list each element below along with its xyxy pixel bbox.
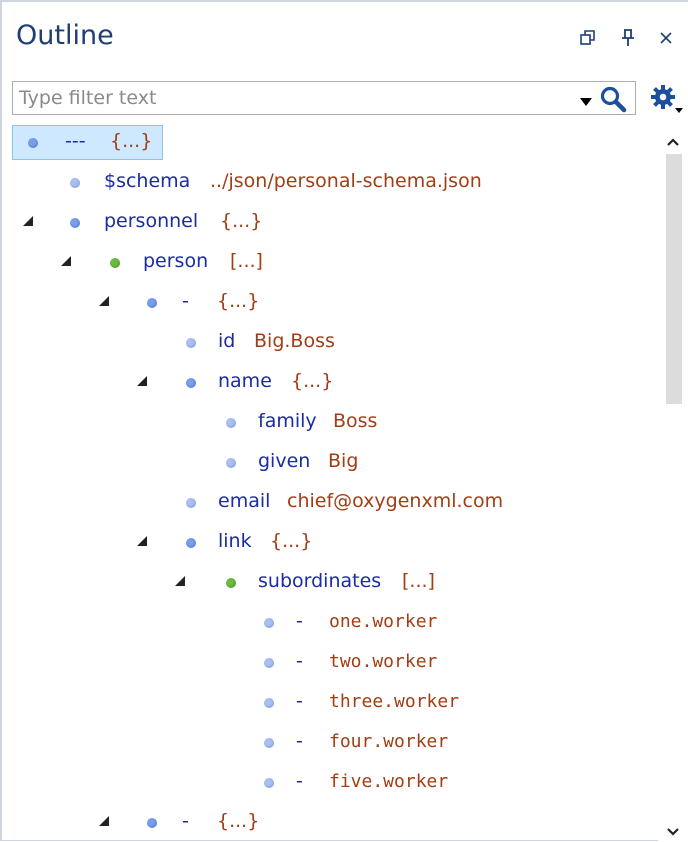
node-key: $schema [104, 170, 191, 192]
object-node-icon [264, 738, 274, 748]
object-node-icon [147, 818, 157, 828]
tree-row[interactable]: - {...} [2, 282, 656, 322]
search-icon[interactable] [599, 85, 629, 113]
node-key: person [143, 250, 209, 272]
tree-row[interactable]: person [...] [2, 242, 656, 282]
dropdown-arrow-icon[interactable] [579, 93, 593, 106]
object-node-icon [264, 778, 274, 788]
node-key: subordinates [258, 570, 382, 592]
outline-tree[interactable]: --- {...} $schema ../json/personal-schema.j… [2, 122, 656, 842]
expand-collapse-triangle-icon[interactable] [22, 215, 34, 227]
node-value: [...] [230, 250, 263, 272]
object-node-icon [70, 178, 80, 188]
tree-row[interactable]: - five.worker [2, 762, 656, 802]
scroll-down-arrow-icon[interactable] [666, 822, 680, 836]
panel-title-bar: Outline [2, 2, 688, 72]
pin-icon[interactable] [616, 26, 640, 50]
node-key: given [258, 450, 311, 472]
node-key: - [296, 650, 303, 672]
node-key: --- [65, 130, 86, 152]
expand-collapse-triangle-icon[interactable] [60, 255, 72, 267]
object-node-icon [186, 378, 196, 388]
node-key: link [218, 530, 252, 552]
filter-field [12, 81, 636, 115]
node-value: {...} [291, 370, 334, 392]
tree-row[interactable]: personnel {...} [2, 202, 656, 242]
tree-row[interactable]: --- {...} [2, 122, 656, 162]
expand-collapse-triangle-icon[interactable] [174, 575, 186, 587]
vertical-scrollbar[interactable] [658, 122, 688, 842]
node-value: one.worker [329, 611, 438, 632]
object-node-icon [70, 218, 80, 228]
node-key: personnel [104, 210, 199, 232]
tree-row[interactable]: link {...} [2, 522, 656, 562]
node-key: - [296, 610, 303, 632]
node-key: - [296, 690, 303, 712]
node-value: {...} [220, 210, 263, 232]
node-value: {...} [110, 130, 153, 152]
node-value: Boss [333, 410, 378, 432]
node-value: ../json/personal-schema.json [210, 170, 482, 192]
node-value: three.worker [329, 691, 460, 712]
scrollbar-thumb[interactable] [666, 154, 682, 404]
expand-collapse-triangle-icon[interactable] [98, 295, 110, 307]
restore-window-icon[interactable] [576, 26, 600, 50]
close-icon[interactable] [654, 26, 678, 50]
tree-row[interactable]: - one.worker [2, 602, 656, 642]
settings-gear-icon[interactable] [648, 82, 684, 116]
array-node-icon [226, 578, 236, 588]
expand-collapse-triangle-icon[interactable] [136, 375, 148, 387]
object-node-icon [28, 138, 38, 148]
node-key: - [296, 770, 303, 792]
tree-row[interactable]: $schema ../json/personal-schema.json [2, 162, 656, 202]
expand-collapse-triangle-icon[interactable] [136, 535, 148, 547]
tree-row[interactable]: - three.worker [2, 682, 656, 722]
node-key: - [296, 730, 303, 752]
tree-row[interactable]: given Big [2, 442, 656, 482]
filter-input[interactable] [19, 82, 569, 114]
expand-collapse-triangle-icon[interactable] [98, 815, 110, 827]
array-node-icon [110, 258, 120, 268]
panel-title: Outline [16, 20, 114, 51]
node-value: {...} [217, 290, 260, 312]
tree-row[interactable]: - two.worker [2, 642, 656, 682]
node-key: name [218, 370, 272, 392]
tree-row[interactable]: name {...} [2, 362, 656, 402]
object-node-icon [226, 418, 236, 428]
node-value: {...} [217, 810, 260, 832]
tree-row[interactable]: - {...} [2, 802, 656, 842]
object-node-icon [186, 538, 196, 548]
node-value: [...] [402, 570, 435, 592]
tree-row[interactable]: id Big.Boss [2, 322, 656, 362]
object-node-icon [147, 298, 157, 308]
tree-row[interactable]: email chief@oxygenxml.com [2, 482, 656, 522]
object-node-icon [186, 338, 196, 348]
scroll-up-arrow-icon[interactable] [666, 132, 680, 146]
node-value: Big.Boss [254, 330, 335, 352]
object-node-icon [264, 698, 274, 708]
node-key: - [182, 810, 189, 832]
tree-row[interactable]: - four.worker [2, 722, 656, 762]
node-value: five.worker [329, 771, 449, 792]
object-node-icon [226, 458, 236, 468]
node-key: family [258, 410, 317, 432]
node-key: - [182, 290, 189, 312]
node-value: two.worker [329, 651, 438, 672]
object-node-icon [264, 618, 274, 628]
node-value: Big [328, 450, 359, 472]
outline-panel: Outline Type filter text --- {...} $sche… [0, 0, 688, 842]
node-value: four.worker [329, 731, 449, 752]
tree-row[interactable]: family Boss [2, 402, 656, 442]
node-key: id [218, 330, 236, 352]
node-key: email [218, 490, 271, 512]
tree-row[interactable]: subordinates [...] [2, 562, 656, 602]
object-node-icon [264, 658, 274, 668]
object-node-icon [186, 498, 196, 508]
node-value: chief@oxygenxml.com [287, 490, 504, 512]
node-value: {...} [270, 530, 313, 552]
